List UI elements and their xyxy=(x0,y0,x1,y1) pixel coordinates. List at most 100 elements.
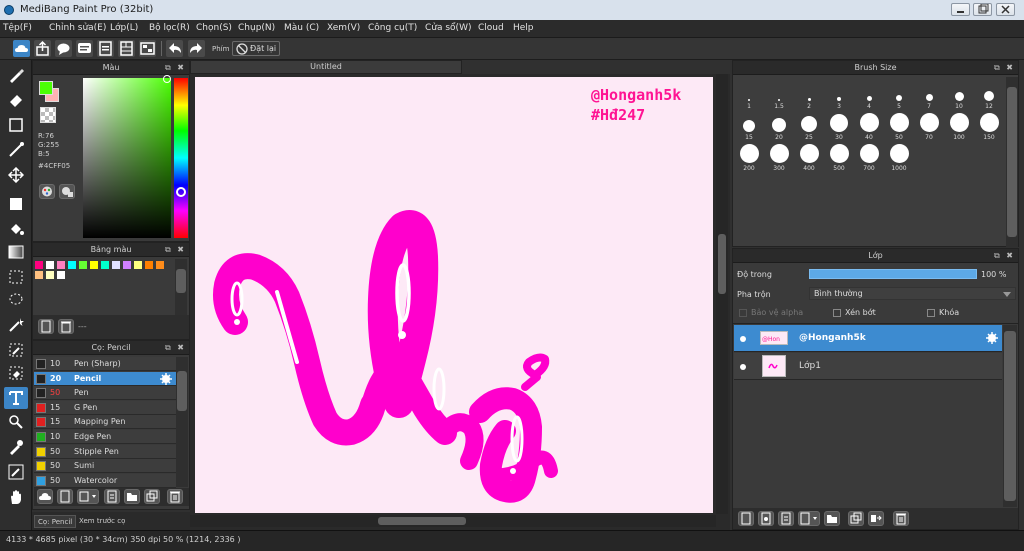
menu-snap[interactable]: Chụp(N) xyxy=(238,23,275,33)
panel-float-close-icon[interactable]: ⧉ ✖ xyxy=(994,61,1015,75)
palette-swatch[interactable] xyxy=(90,261,98,269)
rect-fill-tool-icon[interactable] xyxy=(4,193,28,215)
brush-size-option[interactable]: 20 xyxy=(766,118,792,141)
brush-size-option[interactable]: 15 xyxy=(736,120,762,141)
maximize-button[interactable] xyxy=(973,3,992,16)
panel-float-close-icon[interactable]: ⧉ ✖ xyxy=(165,341,186,355)
brush-list-item[interactable]: 15 G Pen xyxy=(34,400,176,415)
panel-float-close-icon[interactable]: ⧉ ✖ xyxy=(994,249,1015,263)
brush-size-option[interactable]: 200 xyxy=(736,144,762,172)
gear-icon[interactable] xyxy=(160,372,172,385)
select-eraser-tool-icon[interactable] xyxy=(4,362,28,384)
menu-view[interactable]: Xem(V) xyxy=(327,23,360,33)
brush-add-menu-icon[interactable] xyxy=(77,489,99,504)
brush-list-item[interactable]: 15 Mapping Pen xyxy=(34,415,176,430)
menu-select[interactable]: Chọn(S) xyxy=(196,23,232,33)
canvas-vscroll-thumb[interactable] xyxy=(718,234,726,294)
brush-cloud-icon[interactable] xyxy=(37,489,53,504)
palette-scrollbar[interactable] xyxy=(175,259,187,315)
brush-size-option[interactable]: 1000 xyxy=(886,144,912,172)
brush-size-option[interactable]: 1.5 xyxy=(766,99,792,110)
brush-size-option[interactable]: 500 xyxy=(826,144,852,172)
menu-cloud[interactable]: Cloud xyxy=(478,23,504,33)
brush-list-item[interactable]: 50 Sumi xyxy=(34,459,176,474)
brush-size-option[interactable]: 400 xyxy=(796,144,822,172)
hue-slider-knob[interactable] xyxy=(176,187,186,197)
new-8bit-layer-icon[interactable] xyxy=(778,511,794,526)
reset-button[interactable]: Đặt lại xyxy=(232,41,281,56)
panel-layout-icon[interactable] xyxy=(139,40,156,57)
menu-layer[interactable]: Lớp(L) xyxy=(110,23,138,33)
tab-brush[interactable]: Cọ: Pencil xyxy=(34,515,77,528)
eraser-tool-icon[interactable] xyxy=(4,89,28,111)
hand-tool-icon[interactable] xyxy=(4,486,28,508)
brush-size-option[interactable]: 100 xyxy=(946,113,972,141)
line-tool-icon[interactable] xyxy=(4,139,28,161)
palette-swatch[interactable] xyxy=(35,261,43,269)
page-icon[interactable] xyxy=(97,40,114,57)
document-tab[interactable]: Untitled xyxy=(190,60,462,74)
brush-size-option[interactable]: 70 xyxy=(916,113,942,141)
brush-size-option[interactable]: 5 xyxy=(886,95,912,110)
brush-list-item[interactable]: 10 Edge Pen xyxy=(34,430,176,444)
undo-icon[interactable] xyxy=(166,40,183,57)
palette-swatch[interactable] xyxy=(134,261,142,269)
close-button[interactable] xyxy=(996,3,1015,16)
brush-size-scrollbar[interactable] xyxy=(1006,77,1018,247)
message-icon[interactable] xyxy=(76,40,93,57)
pen-tool-icon[interactable] xyxy=(4,461,28,483)
new-palette-icon[interactable] xyxy=(38,319,54,334)
merge-down-icon[interactable] xyxy=(868,511,884,526)
magic-wand-tool-icon[interactable] xyxy=(4,314,28,336)
new-folder-icon[interactable] xyxy=(824,511,840,526)
drawing-canvas[interactable]: @Honganh5k #Hđ247 xyxy=(195,77,713,513)
blend-mode-select[interactable]: Bình thường xyxy=(809,287,1016,300)
brush-list-item[interactable]: 50 Stipple Pen xyxy=(34,444,176,459)
menu-color[interactable]: Màu (C) xyxy=(284,23,319,33)
redo-icon[interactable] xyxy=(188,40,205,57)
color-history-icon[interactable] xyxy=(59,184,75,199)
canvas-hscroll-thumb[interactable] xyxy=(378,517,466,525)
tab-brush-preview[interactable]: Xem trước cọ xyxy=(76,515,128,528)
brush-list-item[interactable]: 20 Pencil xyxy=(34,371,176,386)
brush-settings-icon[interactable] xyxy=(104,489,120,504)
bucket-tool-icon[interactable] xyxy=(4,218,28,240)
brush-list-item[interactable]: 50 Pen xyxy=(34,386,176,401)
palette-swatch[interactable] xyxy=(35,271,43,279)
select-pen-tool-icon[interactable] xyxy=(4,339,28,361)
brush-size-option[interactable]: 4 xyxy=(856,96,882,110)
palette-swatch[interactable] xyxy=(101,261,109,269)
menu-help[interactable]: Help xyxy=(513,23,534,33)
palette-swatch[interactable] xyxy=(57,271,65,279)
brush-duplicate-icon[interactable] xyxy=(144,489,160,504)
duplicate-layer-icon[interactable] xyxy=(848,511,864,526)
sv-picker-knob[interactable] xyxy=(163,75,171,83)
gear-icon[interactable] xyxy=(986,332,998,344)
brush-delete-icon[interactable] xyxy=(167,489,183,504)
foreground-color-swatch[interactable] xyxy=(39,81,53,95)
palette-swatch[interactable] xyxy=(123,261,131,269)
text-tool-icon[interactable] xyxy=(4,387,28,409)
palette-swatch[interactable] xyxy=(46,271,54,279)
move-tool-icon[interactable] xyxy=(4,164,28,186)
palette-swatch[interactable] xyxy=(79,261,87,269)
comment-icon[interactable] xyxy=(55,40,72,57)
palette-swatch[interactable] xyxy=(156,261,164,269)
brush-size-option[interactable]: 300 xyxy=(766,144,792,172)
palette-swatch[interactable] xyxy=(68,261,76,269)
dot-tool-icon[interactable] xyxy=(4,114,28,136)
layer-row-honganh5k[interactable]: @Hon @Honganh5k xyxy=(734,325,1002,352)
canvas-horizontal-scrollbar[interactable] xyxy=(190,515,716,527)
menu-filter[interactable]: Bộ lọc(R) xyxy=(149,23,190,33)
brush-size-option[interactable]: 7 xyxy=(916,94,942,110)
brush-size-option[interactable]: 700 xyxy=(856,144,882,172)
color-wheel-icon[interactable] xyxy=(39,184,55,199)
select-tool-icon[interactable] xyxy=(4,266,28,288)
brush-size-option[interactable]: 1 xyxy=(736,99,762,110)
panel-float-close-icon[interactable]: ⧉ ✖ xyxy=(165,61,186,75)
palette-swatch[interactable] xyxy=(46,261,54,269)
menu-tools[interactable]: Công cụ(T) xyxy=(368,23,417,33)
add-layer-menu-icon[interactable] xyxy=(798,511,820,526)
menu-window[interactable]: Cửa sổ(W) xyxy=(425,23,471,33)
brush-new-icon[interactable] xyxy=(57,489,73,504)
